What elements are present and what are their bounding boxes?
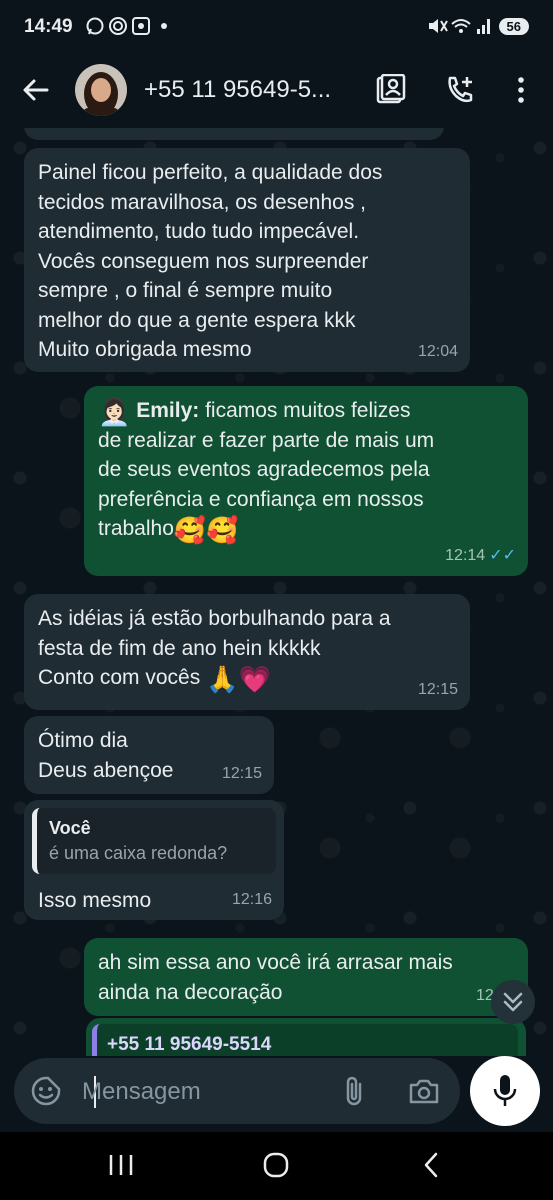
recent-apps-icon[interactable] <box>106 1152 136 1178</box>
message-time: 12:15 <box>221 764 262 782</box>
message-composer: Mensagem <box>0 1056 553 1132</box>
message-text-line: 👩🏻‍💼 Emily: ficamos muitos felizes <box>98 396 514 426</box>
message-text-line: ainda na decoração <box>98 980 283 1004</box>
scroll-to-bottom-button[interactable] <box>491 980 535 1024</box>
system-icons: 56 <box>427 15 529 37</box>
contact-name[interactable]: +55 11 95649-5... <box>144 76 331 104</box>
chat-header: +55 11 95649-5... <box>0 56 553 128</box>
contact-card-icon[interactable] <box>374 74 406 106</box>
message-sender: Emily: <box>136 399 200 422</box>
previous-message-clipped[interactable] <box>24 128 444 140</box>
message-incoming[interactable]: Ótimo dia Deus abençoe 12:15 <box>24 716 274 794</box>
message-incoming[interactable]: As idéias já estão borbulhando para a fe… <box>24 594 470 710</box>
system-navigation-bar <box>0 1132 553 1200</box>
double-chevron-down-icon <box>503 992 523 1012</box>
contact-avatar[interactable] <box>75 64 127 116</box>
chat-messages-area[interactable]: Painel ficou perfeito, a qualidade dos t… <box>0 128 553 1056</box>
message-text-line: trabalho🥰🥰 <box>98 514 514 544</box>
quoted-sender: Você <box>49 818 91 838</box>
message-input[interactable]: Mensagem <box>14 1058 460 1124</box>
message-incoming-reply[interactable]: Você é uma caixa redonda? Isso mesmo 12:… <box>24 800 284 920</box>
add-call-icon[interactable] <box>444 74 476 106</box>
message-text-line: Vocês conseguem nos surpreender <box>38 249 369 273</box>
more-options-icon[interactable] <box>505 74 537 106</box>
message-text: ficamos muitos felizes <box>199 399 411 422</box>
message-text-line: festa de fim de ano hein kkkkk <box>38 636 321 660</box>
quoted-contact: +55 11 95649-5514 <box>92 1024 518 1058</box>
message-text-line: Muito obrigada mesmo <box>38 338 252 361</box>
message-time-with-ticks: 12:14 ✓✓ <box>445 541 516 571</box>
quoted-text: é uma caixa redonda? <box>49 843 228 863</box>
message-time: 12:04 <box>417 342 458 360</box>
message-text-line: atendimento, tudo tudo impecável. <box>38 220 360 243</box>
message-text-line: preferência e confiança em nossos <box>98 487 424 511</box>
message-time: 12:15 <box>417 680 458 698</box>
message-outgoing[interactable]: 👩🏻‍💼 Emily: ficamos muitos felizes de re… <box>84 386 528 576</box>
message-text-line: de realizar e fazer parte de mais um <box>98 428 435 452</box>
back-arrow-icon[interactable] <box>20 74 52 106</box>
voice-message-button[interactable] <box>470 1056 540 1126</box>
message-placeholder: Mensagem <box>82 1078 201 1105</box>
back-nav-icon[interactable] <box>420 1151 442 1179</box>
message-text-line: sempre , o final é sempre muito <box>38 279 333 302</box>
message-time: 12:14 <box>445 546 486 564</box>
camera-icon[interactable] <box>408 1075 440 1107</box>
message-text-line: Painel ficou perfeito, a qualidade dos <box>38 161 383 184</box>
signal-wifi-mute-icons <box>428 19 490 34</box>
message-incoming[interactable]: Painel ficou perfeito, a qualidade dos t… <box>24 148 470 372</box>
pray-heart-emoji: 🙏💗 <box>206 664 271 694</box>
status-time: 14:49 <box>24 16 73 37</box>
status-bar: 14:49 56 <box>0 0 553 56</box>
message-outgoing[interactable]: ah sim essa ano você irá arrasar mais ai… <box>84 938 528 1016</box>
avatar-image <box>75 64 127 116</box>
sticker-emoji-icon[interactable] <box>30 1075 62 1107</box>
sender-emoji: 👩🏻‍💼 <box>98 397 131 427</box>
battery-indicator: 56 <box>498 17 529 35</box>
message-text-line: tecidos maravilhosa, os desenhos , <box>38 190 367 214</box>
message-outgoing-partial[interactable]: +55 11 95649-5514 <box>86 1018 526 1058</box>
quoted-message[interactable]: Você é uma caixa redonda? <box>32 808 276 874</box>
smiling-hearts-emoji: 🥰🥰 <box>173 515 239 545</box>
message-text-line: Ótimo dia <box>38 729 128 752</box>
message-text-line: Conto com vocês 🙏💗 <box>38 663 456 693</box>
whatsapp-icon <box>86 17 167 35</box>
read-receipt-icon: ✓✓ <box>489 546 516 564</box>
message-text-line: As idéias já estão borbulhando para a <box>38 607 391 630</box>
home-icon[interactable] <box>262 1151 290 1179</box>
message-text-line: de seus eventos agradecemos pela <box>98 458 430 481</box>
attach-icon[interactable] <box>340 1074 368 1108</box>
notification-icons <box>86 15 176 42</box>
message-text: trabalho <box>98 517 174 540</box>
microphone-icon <box>493 1075 517 1106</box>
message-text-line: ah sim essa ano você irá arrasar mais <box>98 951 453 974</box>
message-time: 12:16 <box>231 890 272 908</box>
message-text: Conto com vocês <box>38 666 207 689</box>
message-text-line: melhor do que a gente espera kkk <box>38 308 356 332</box>
